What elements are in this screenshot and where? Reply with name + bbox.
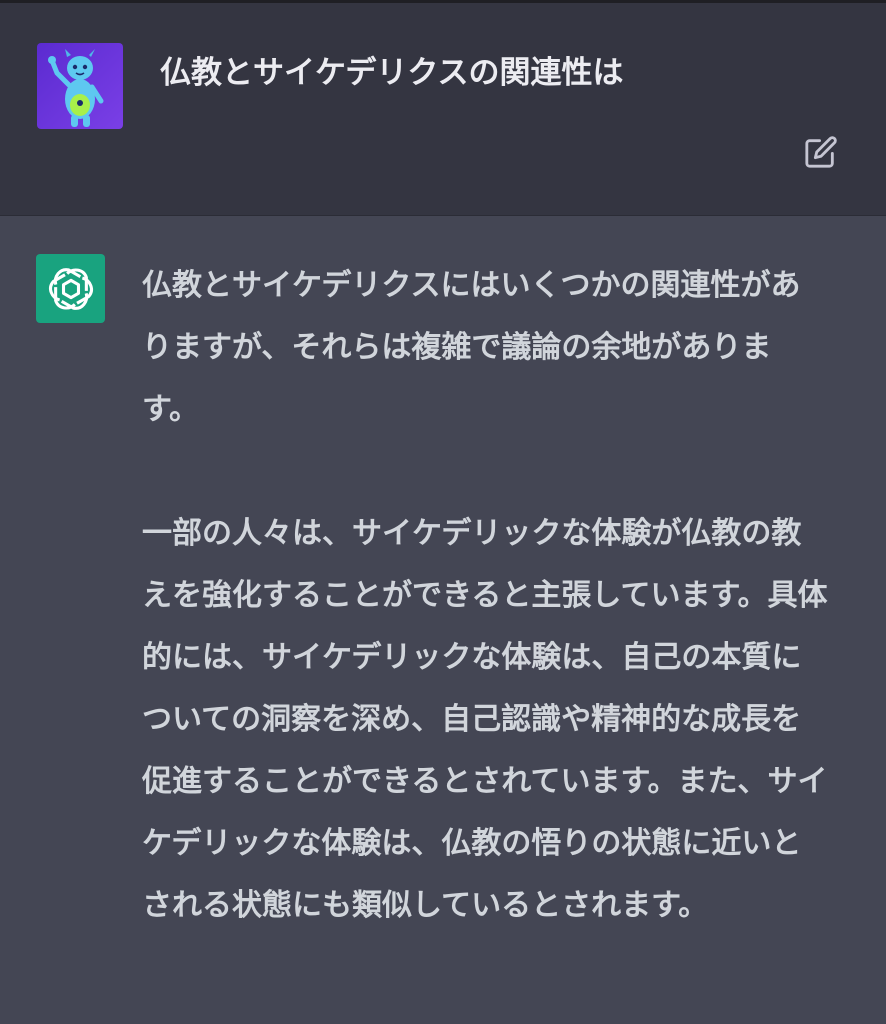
assistant-paragraph-1: 仏教とサイケデリクスにはいくつかの関連性がありますが、それらは複雑で議論の余地が…: [142, 268, 801, 427]
user-message-block: 仏教とサイケデリクスの関連性は: [0, 3, 886, 216]
assistant-message-block: 仏教とサイケデリクスにはいくつかの関連性がありますが、それらは複雑で議論の余地が…: [0, 216, 886, 1024]
openai-logo-icon: [36, 254, 105, 323]
user-message-text: 仏教とサイケデリクスの関連性は: [160, 55, 624, 91]
assistant-message-text: 仏教とサイケデリクスにはいくつかの関連性がありますが、それらは複雑で議論の余地が…: [142, 255, 828, 999]
edit-message-button[interactable]: [800, 131, 842, 173]
edit-pencil-icon: [805, 136, 837, 168]
cartoon-creature-avatar-icon: [37, 43, 123, 129]
assistant-paragraph-2: 一部の人々は、サイケデリックな体験が仏教の教えを強化することができると主張してい…: [142, 516, 828, 923]
chat-page: 仏教とサイケデリクスの関連性は 仏教とサイケデリクスにはいくつかの関連性がありま…: [0, 0, 886, 1024]
